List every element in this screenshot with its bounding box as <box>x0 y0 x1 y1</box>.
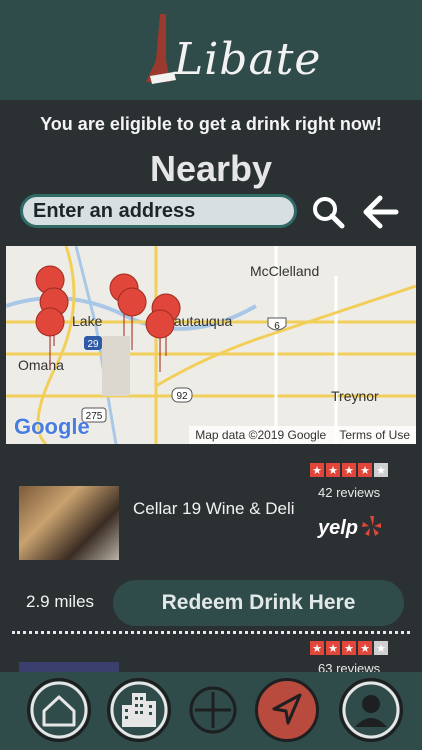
map-pin[interactable] <box>35 307 65 369</box>
star-icon: ★ <box>358 641 372 655</box>
redeem-drink-button[interactable]: Redeem Drink Here <box>113 580 404 626</box>
search-icon[interactable] <box>310 194 346 230</box>
map-view[interactable]: McClelland Lake Chautauqua Omaha Treynor… <box>6 246 416 444</box>
app-header: Libate <box>0 0 422 100</box>
profile-icon <box>342 681 400 739</box>
navigate-icon <box>272 693 302 725</box>
nav-venues-button[interactable] <box>107 678 171 742</box>
star-rating: ★ ★ ★ ★ ★ <box>310 463 388 477</box>
venue-name[interactable]: Cellar 19 Wine & Deli <box>133 499 295 519</box>
nav-profile-button[interactable] <box>339 678 403 742</box>
distance-label: 2.9 miles <box>26 592 95 611</box>
yelp-burst-icon <box>362 516 381 536</box>
review-count: 42 reviews <box>318 485 381 500</box>
yelp-logo: yelp <box>318 517 359 539</box>
nav-navigate-button[interactable] <box>255 678 319 742</box>
star-rating: ★ ★ ★ ★ ★ <box>310 641 388 655</box>
logo-text: Libate <box>174 34 322 85</box>
star-icon: ★ <box>374 641 388 655</box>
star-icon: ★ <box>358 463 372 477</box>
star-icon: ★ <box>342 463 356 477</box>
page-title: Nearby <box>149 148 273 189</box>
star-icon: ★ <box>326 641 340 655</box>
home-icon <box>30 681 88 739</box>
star-icon: ★ <box>374 463 388 477</box>
add-icon <box>189 686 237 734</box>
map-data-credit: Map data ©2019 Google <box>195 428 327 442</box>
libate-logo: Libate <box>136 12 320 88</box>
bottom-nav <box>0 672 422 750</box>
star-icon: ★ <box>310 463 324 477</box>
map-pin[interactable] <box>145 309 175 373</box>
venue-photo[interactable] <box>19 486 119 560</box>
eligibility-message: You are eligible to get a drink right no… <box>40 114 382 134</box>
address-search-input[interactable] <box>20 194 297 228</box>
map-pin[interactable] <box>117 287 147 351</box>
google-logo: Google <box>14 414 90 439</box>
star-icon: ★ <box>342 641 356 655</box>
star-icon: ★ <box>326 463 340 477</box>
listing-divider <box>12 631 410 634</box>
nav-home-button[interactable] <box>27 678 91 742</box>
nav-add-button[interactable] <box>181 678 245 742</box>
map-terms-link[interactable]: Terms of Use <box>339 428 410 442</box>
map-footer: Map data ©2019 Google Terms of Use <box>189 426 416 444</box>
back-arrow-icon[interactable] <box>362 194 400 230</box>
star-icon: ★ <box>310 641 324 655</box>
building-icon <box>110 681 168 739</box>
